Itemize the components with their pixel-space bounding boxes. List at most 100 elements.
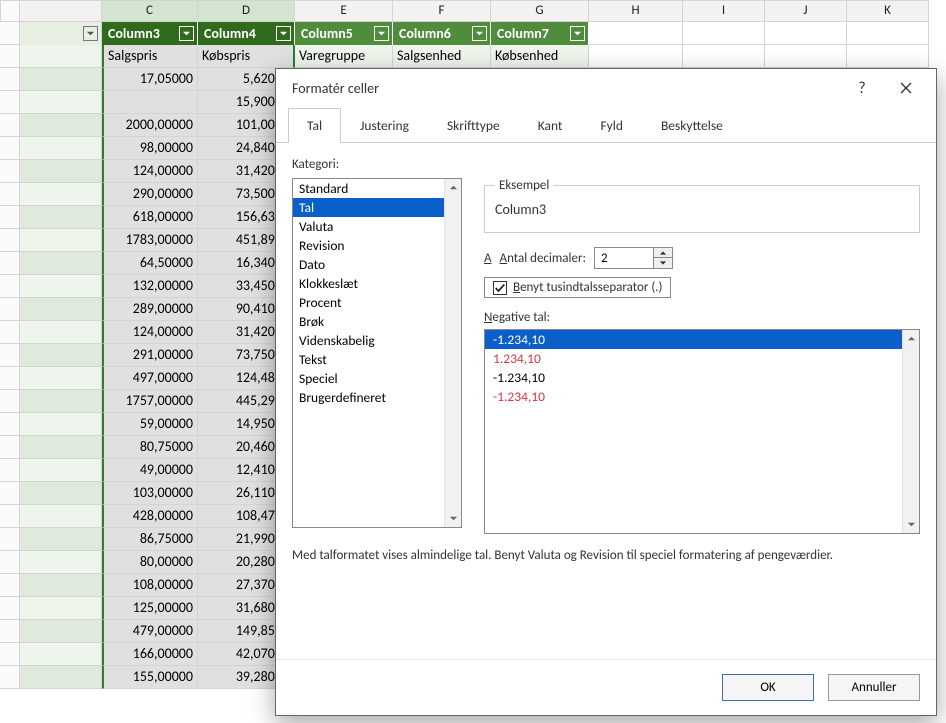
close-button[interactable] bbox=[884, 73, 928, 103]
cell-col-c[interactable]: 479,00000 bbox=[102, 620, 198, 643]
table-header-stub[interactable] bbox=[20, 22, 102, 45]
filter-dropdown-icon[interactable] bbox=[179, 26, 194, 41]
category-item[interactable]: Tekst bbox=[293, 350, 461, 369]
cell[interactable] bbox=[20, 206, 102, 229]
category-item[interactable]: Revision bbox=[293, 236, 461, 255]
cell-col-c[interactable]: 618,00000 bbox=[102, 206, 198, 229]
scrollbar[interactable] bbox=[444, 179, 461, 527]
empty-cell[interactable] bbox=[847, 45, 929, 68]
table-header-column3[interactable]: Column3 bbox=[102, 22, 198, 45]
cell[interactable] bbox=[20, 183, 102, 206]
cell[interactable] bbox=[20, 298, 102, 321]
negative-listbox[interactable]: -1.234,101.234,10-1.234,10-1.234,10 bbox=[484, 329, 920, 534]
cell-col-c[interactable]: 80,75000 bbox=[102, 436, 198, 459]
empty-cell[interactable] bbox=[765, 45, 847, 68]
category-item[interactable]: Dato bbox=[293, 255, 461, 274]
category-item[interactable]: Brøk bbox=[293, 312, 461, 331]
cell[interactable] bbox=[20, 91, 102, 114]
cell[interactable] bbox=[20, 229, 102, 252]
filter-dropdown-icon[interactable] bbox=[276, 26, 291, 41]
table-header-column7[interactable]: Column7 bbox=[491, 22, 589, 45]
cell-col-c[interactable]: 166,00000 bbox=[102, 643, 198, 666]
category-item[interactable]: Videnskabelig bbox=[293, 331, 461, 350]
category-item[interactable]: Speciel bbox=[293, 369, 461, 388]
scrollbar[interactable] bbox=[902, 330, 919, 533]
cell-col-c[interactable] bbox=[102, 91, 198, 114]
cancel-button[interactable]: Annuller bbox=[828, 674, 920, 701]
cell-col-c[interactable]: 1757,00000 bbox=[102, 390, 198, 413]
filter-dropdown-icon[interactable] bbox=[374, 26, 389, 41]
cell-col-c[interactable]: 103,00000 bbox=[102, 482, 198, 505]
decimals-input[interactable] bbox=[594, 247, 654, 269]
filter-dropdown-icon[interactable] bbox=[570, 26, 585, 41]
cell[interactable] bbox=[20, 390, 102, 413]
col-letter-b[interactable] bbox=[20, 0, 102, 22]
cell[interactable] bbox=[20, 344, 102, 367]
cell-salgspris-label[interactable]: Salgspris bbox=[102, 45, 198, 68]
scroll-up-icon[interactable] bbox=[903, 330, 920, 347]
tab-fyld[interactable]: Fyld bbox=[581, 108, 642, 143]
category-item[interactable]: Tal bbox=[293, 198, 461, 217]
cell-col-c[interactable]: 98,00000 bbox=[102, 137, 198, 160]
col-letter-k[interactable]: K bbox=[847, 0, 929, 22]
col-letter-i[interactable]: I bbox=[683, 0, 765, 22]
cell-col-c[interactable]: 289,00000 bbox=[102, 298, 198, 321]
cell[interactable] bbox=[20, 114, 102, 137]
category-item[interactable]: Brugerdefineret bbox=[293, 388, 461, 407]
ok-button[interactable]: OK bbox=[722, 674, 814, 701]
cell-varegruppe-label[interactable]: Varegruppe bbox=[295, 45, 393, 68]
cell-col-c[interactable]: 124,00000 bbox=[102, 321, 198, 344]
table-header-column4[interactable]: Column4 bbox=[198, 22, 295, 45]
col-letter-f[interactable]: F bbox=[393, 0, 491, 22]
cell[interactable] bbox=[20, 137, 102, 160]
tab-beskyttelse[interactable]: Beskyttelse bbox=[642, 108, 742, 143]
cell[interactable] bbox=[20, 666, 102, 689]
negative-format-item[interactable]: -1.234,10 bbox=[485, 368, 919, 387]
negative-format-item[interactable]: -1.234,10 bbox=[485, 387, 919, 406]
cell[interactable] bbox=[20, 551, 102, 574]
cell[interactable] bbox=[20, 413, 102, 436]
thousands-checkbox[interactable]: Benyt tusindtalsseparator (.) bbox=[484, 277, 671, 298]
cell[interactable] bbox=[20, 459, 102, 482]
empty-cell[interactable] bbox=[683, 22, 765, 45]
col-letter-j[interactable]: J bbox=[765, 0, 847, 22]
cell-col-c[interactable]: 80,00000 bbox=[102, 551, 198, 574]
category-item[interactable]: Klokkeslæt bbox=[293, 274, 461, 293]
col-letter-d[interactable]: D bbox=[198, 0, 295, 22]
cell[interactable] bbox=[20, 505, 102, 528]
cell[interactable] bbox=[20, 321, 102, 344]
help-button[interactable]: ? bbox=[840, 73, 884, 103]
empty-cell[interactable] bbox=[847, 22, 929, 45]
cell-col-c[interactable]: 125,00000 bbox=[102, 597, 198, 620]
cell-col-c[interactable]: 49,00000 bbox=[102, 459, 198, 482]
cell-col-c[interactable]: 497,00000 bbox=[102, 367, 198, 390]
cell-col-c[interactable]: 59,00000 bbox=[102, 413, 198, 436]
cell[interactable] bbox=[20, 528, 102, 551]
empty-cell[interactable] bbox=[683, 45, 765, 68]
negative-format-item[interactable]: -1.234,10 bbox=[485, 330, 919, 349]
table-header-column6[interactable]: Column6 bbox=[393, 22, 491, 45]
col-letter-h[interactable]: H bbox=[589, 0, 683, 22]
cell-kobsenhed-label[interactable]: Købsenhed bbox=[491, 45, 589, 68]
cell[interactable] bbox=[20, 643, 102, 666]
cell[interactable] bbox=[20, 275, 102, 298]
empty-cell[interactable] bbox=[589, 45, 683, 68]
tab-tal[interactable]: Tal bbox=[288, 108, 341, 143]
category-item[interactable]: Standard bbox=[293, 179, 461, 198]
cell[interactable] bbox=[20, 620, 102, 643]
cell-col-c[interactable]: 2000,00000 bbox=[102, 114, 198, 137]
table-header-column5[interactable]: Column5 bbox=[295, 22, 393, 45]
cell-col-c[interactable]: 17,05000 bbox=[102, 68, 198, 91]
negative-format-item[interactable]: 1.234,10 bbox=[485, 349, 919, 368]
cell-col-c[interactable]: 1783,00000 bbox=[102, 229, 198, 252]
empty-cell[interactable] bbox=[589, 22, 683, 45]
cell[interactable] bbox=[20, 482, 102, 505]
cell-col-c[interactable]: 155,00000 bbox=[102, 666, 198, 689]
cell-col-c[interactable]: 132,00000 bbox=[102, 275, 198, 298]
cell-salgsenhed-label[interactable]: Salgsenhed bbox=[393, 45, 491, 68]
spin-down-icon[interactable] bbox=[654, 258, 672, 268]
cell[interactable] bbox=[20, 160, 102, 183]
cell-col-c[interactable]: 108,00000 bbox=[102, 574, 198, 597]
empty-cell[interactable] bbox=[765, 22, 847, 45]
cell-col-c[interactable]: 291,00000 bbox=[102, 344, 198, 367]
